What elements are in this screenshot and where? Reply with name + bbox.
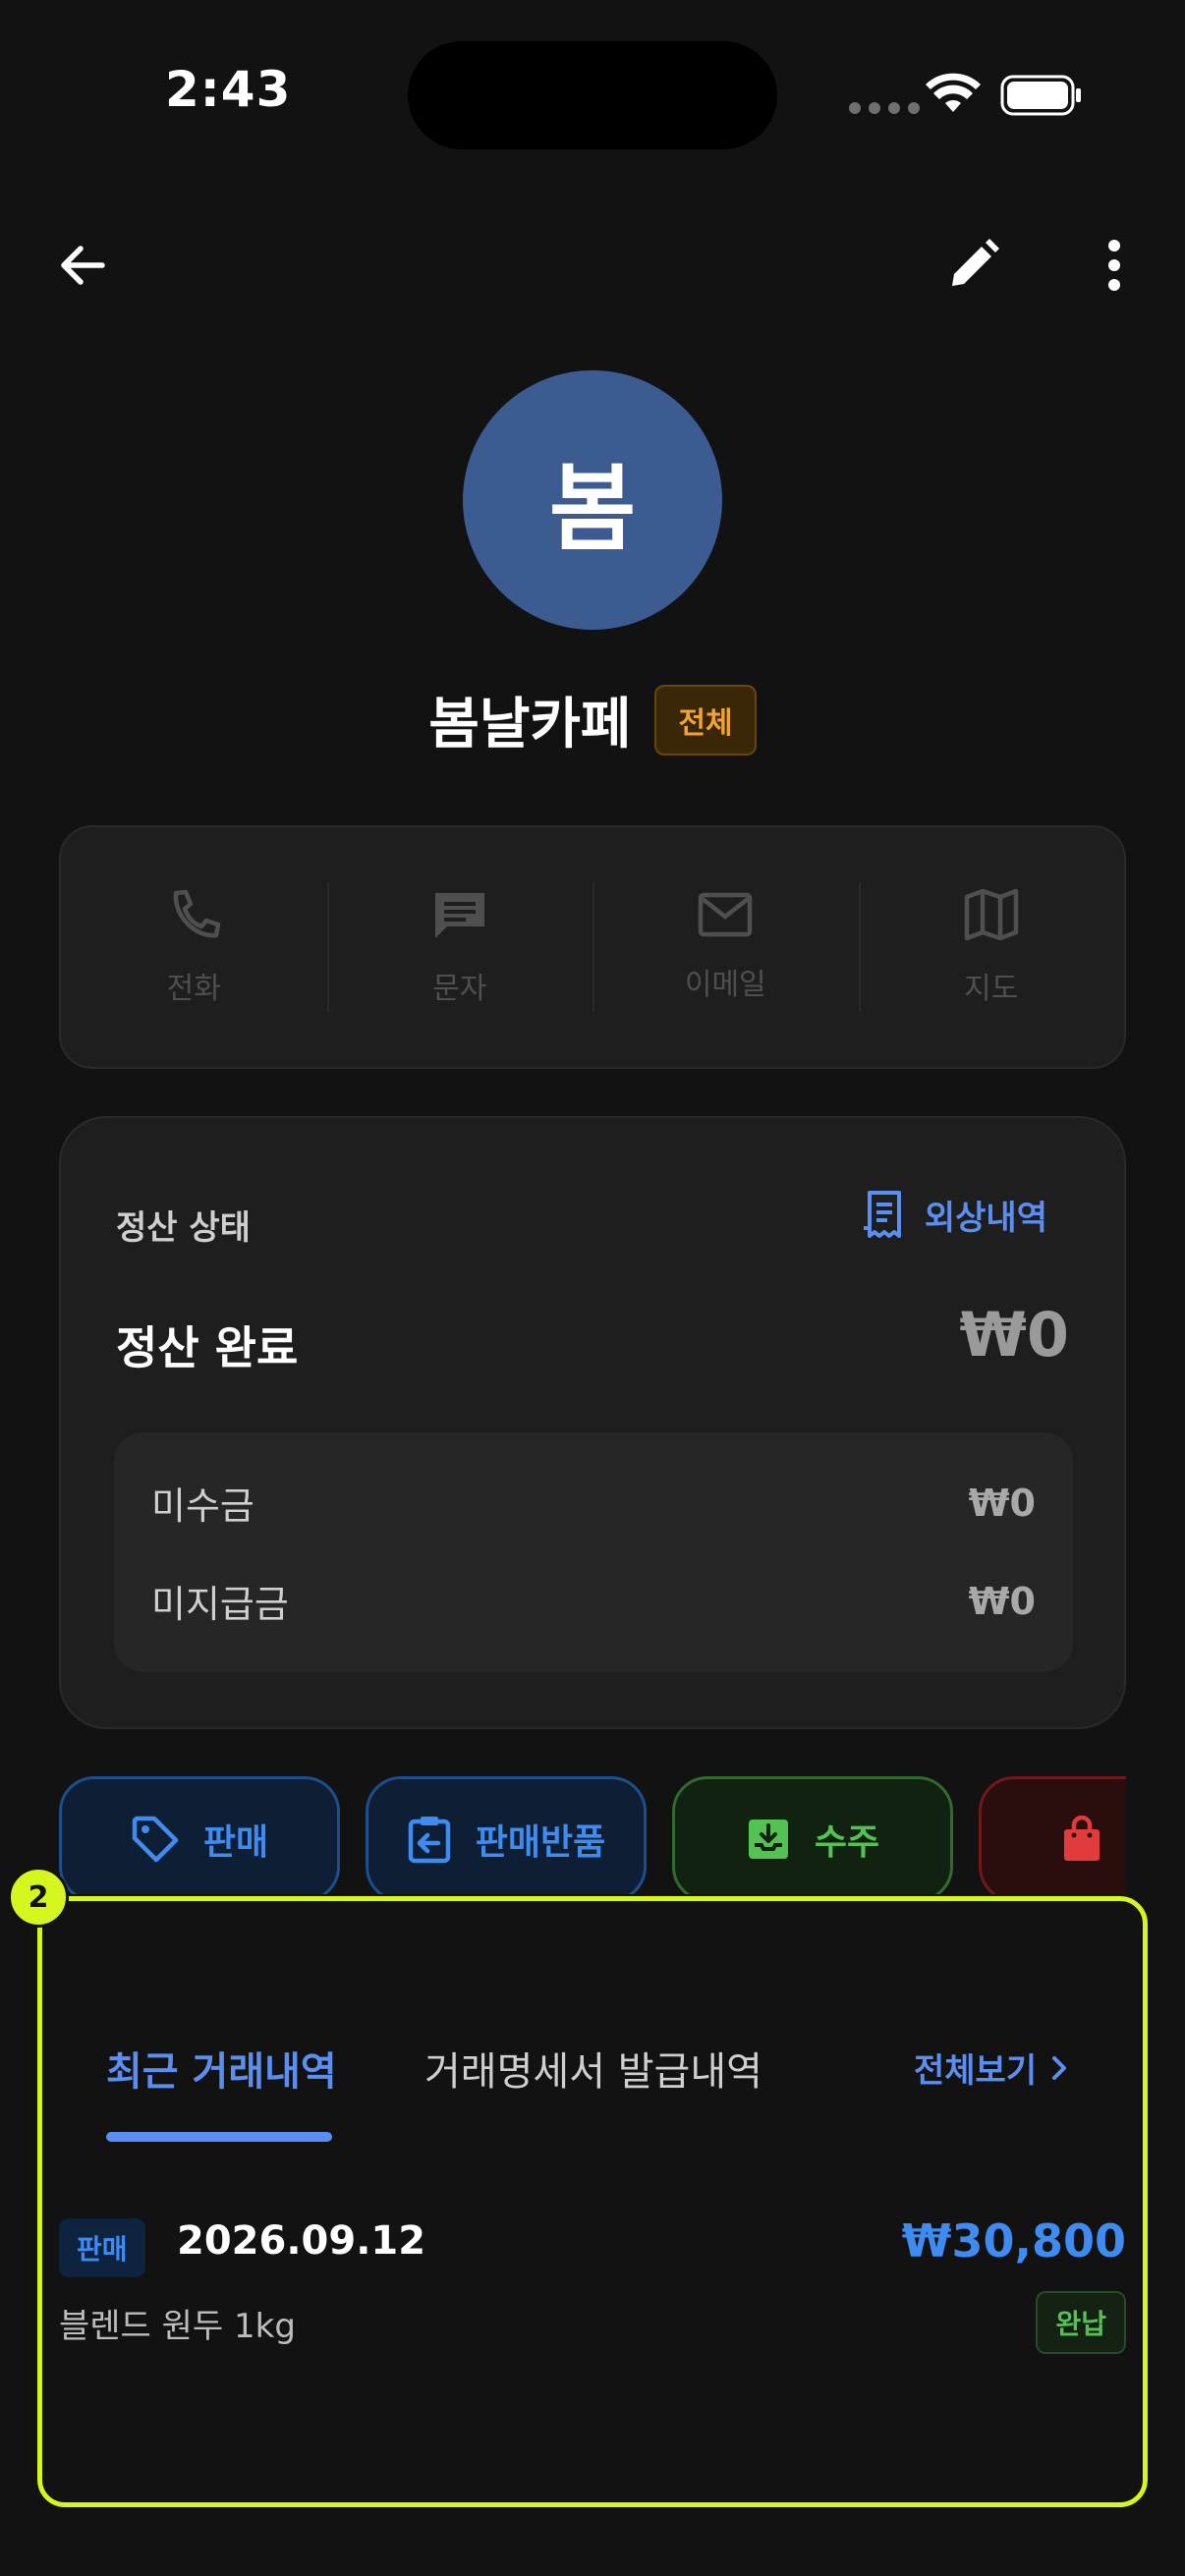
shopping-bag-icon xyxy=(1064,1816,1100,1861)
highlight-box xyxy=(37,1896,1148,2507)
contact-email-button[interactable]: 이메일 xyxy=(592,827,859,1067)
credit-history-label: 외상내역 xyxy=(924,1198,1047,1238)
avatar: 봄 xyxy=(463,370,722,630)
receipt-icon xyxy=(863,1191,901,1238)
sale-return-label: 판매반품 xyxy=(475,1822,606,1863)
contact-message-button[interactable]: 문자 xyxy=(326,827,593,1067)
contact-label: 문자 xyxy=(432,972,487,1006)
contact-call-button[interactable]: 전화 xyxy=(61,827,327,1067)
profile-name-row: 봄날카페 전체 xyxy=(0,680,1185,759)
settlement-status: 정산 완료 xyxy=(116,1321,299,1374)
back-button[interactable] xyxy=(43,226,122,305)
clipboard-return-icon xyxy=(408,1817,450,1864)
annotation-marker: 2 xyxy=(8,1867,69,1928)
customer-name: 봄날카페 xyxy=(428,693,632,756)
balance-breakdown: 미수금 ₩0 미지급금 ₩0 xyxy=(114,1432,1073,1672)
battery-icon xyxy=(1000,75,1083,120)
map-icon xyxy=(964,888,1018,941)
arrow-left-icon xyxy=(61,246,105,285)
tag-icon xyxy=(132,1816,179,1863)
category-badge: 전체 xyxy=(654,684,757,756)
receivable-label: 미수금 xyxy=(151,1484,254,1528)
payable-row: 미지급금 ₩0 xyxy=(151,1574,1036,1628)
settlement-amount: ₩0 xyxy=(959,1299,1069,1371)
contact-actions-card: 전화 문자 이메일 지도 xyxy=(59,825,1126,1069)
more-options-button[interactable] xyxy=(1075,226,1154,305)
dynamic-island xyxy=(408,41,777,149)
contact-label: 지도 xyxy=(964,972,1019,1006)
edit-button[interactable] xyxy=(933,226,1012,305)
contact-map-button[interactable]: 지도 xyxy=(858,827,1125,1067)
sale-return-button[interactable]: 판매반품 xyxy=(366,1776,647,1902)
receivable-value: ₩0 xyxy=(968,1481,1036,1525)
receivable-row: 미수금 ₩0 xyxy=(151,1476,1036,1530)
credit-history-link[interactable]: 외상내역 xyxy=(862,1189,1047,1240)
phone-icon xyxy=(173,889,221,938)
wifi-icon xyxy=(924,73,983,120)
settlement-title: 정산 상태 xyxy=(116,1208,251,1248)
signal-icon xyxy=(849,102,920,114)
order-label: 수주 xyxy=(814,1822,880,1863)
pencil-icon xyxy=(952,239,999,286)
order-button[interactable]: 수주 xyxy=(672,1776,953,1902)
settlement-card: 정산 상태 외상내역 정산 완료 ₩0 미수금 ₩0 미지급금 ₩0 xyxy=(59,1116,1126,1729)
inbox-download-icon xyxy=(748,1820,788,1859)
contact-label: 이메일 xyxy=(684,968,766,1002)
more-vertical-icon xyxy=(1108,240,1120,291)
sale-button[interactable]: 판매 xyxy=(59,1776,340,1902)
status-time: 2:43 xyxy=(165,61,292,118)
contact-label: 전화 xyxy=(166,972,221,1006)
payable-value: ₩0 xyxy=(968,1579,1036,1623)
mail-icon xyxy=(699,892,753,937)
sale-label: 판매 xyxy=(202,1822,269,1863)
payable-label: 미지급금 xyxy=(151,1583,289,1626)
message-icon xyxy=(434,893,484,938)
